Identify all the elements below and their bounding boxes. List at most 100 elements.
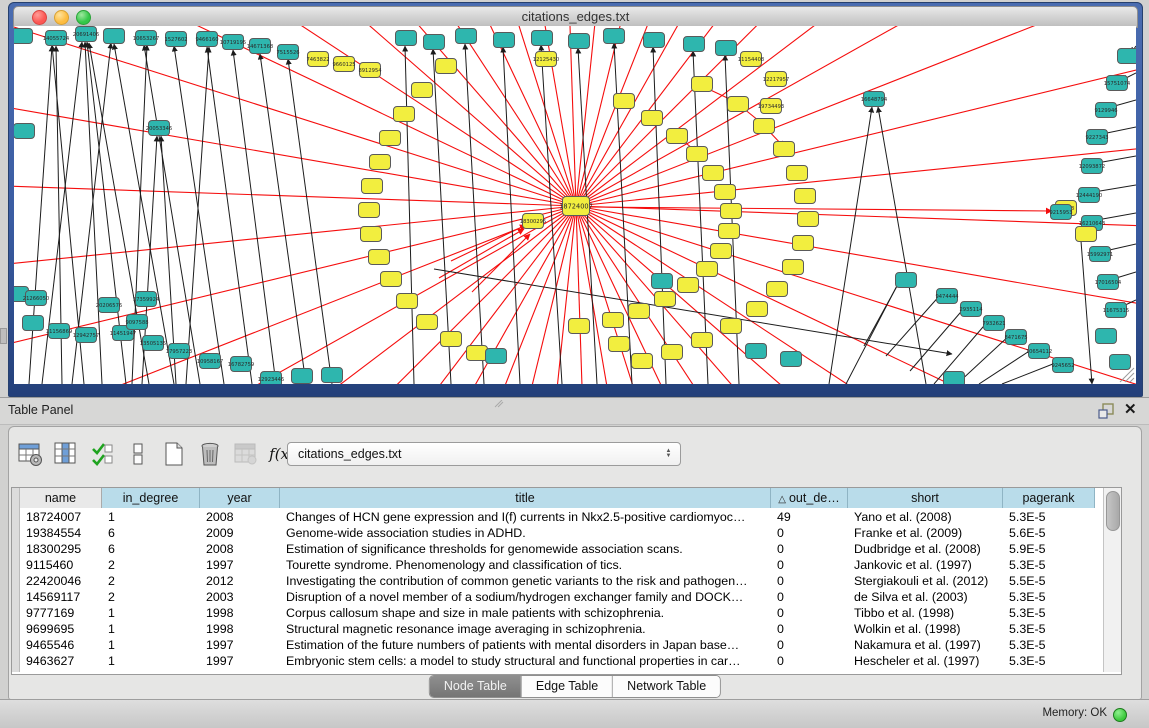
yellow-node-icon[interactable]: [721, 204, 742, 219]
graph-node[interactable]: [687, 147, 708, 162]
graph-node[interactable]: [1118, 49, 1137, 64]
yellow-node-icon[interactable]: [370, 155, 391, 170]
tab-network-table[interactable]: Network Table: [613, 676, 720, 697]
cell-short[interactable]: Hescheler et al. (1997): [848, 653, 1003, 669]
teal-node-icon[interactable]: [716, 41, 737, 56]
table-row[interactable]: 1456911722003Disruption of a novel membe…: [20, 589, 1102, 605]
column-header-name[interactable]: name: [20, 488, 102, 508]
graph-node[interactable]: [322, 368, 343, 383]
graph-node[interactable]: [697, 262, 718, 277]
yellow-node-icon[interactable]: [417, 315, 438, 330]
yellow-node-icon[interactable]: [795, 189, 816, 204]
yellow-node-icon[interactable]: [662, 345, 683, 360]
graph-node[interactable]: 9245652: [1051, 358, 1074, 373]
cell-year[interactable]: 1997: [200, 637, 280, 653]
graph-node[interactable]: [441, 332, 462, 347]
graph-node[interactable]: [14, 124, 35, 139]
graph-node[interactable]: 14055724: [43, 31, 70, 46]
yellow-node-icon[interactable]: [747, 302, 768, 317]
graph-node[interactable]: 11156869: [46, 324, 72, 339]
close-panel-icon[interactable]: ✕: [1124, 400, 1137, 418]
graph-node[interactable]: [721, 319, 742, 334]
teal-node-icon[interactable]: [1096, 329, 1117, 344]
graph-node[interactable]: 12942757: [73, 328, 99, 343]
graph-node[interactable]: 18300295: [520, 214, 546, 229]
teal-node-icon[interactable]: [1110, 355, 1131, 370]
yellow-node-icon[interactable]: [719, 224, 740, 239]
graph-node[interactable]: 10654112: [1026, 344, 1052, 359]
yellow-node-icon[interactable]: [467, 346, 488, 361]
graph-node[interactable]: [781, 352, 802, 367]
yellow-node-icon[interactable]: [774, 142, 795, 157]
select-all-check-icon[interactable]: [89, 441, 115, 467]
cell-out_de[interactable]: 0: [771, 557, 848, 573]
graph-node[interactable]: 20053346: [146, 121, 172, 136]
cell-in_degree[interactable]: 1: [102, 637, 200, 653]
yellow-node-icon[interactable]: [642, 111, 663, 126]
graph-node[interactable]: [23, 316, 44, 331]
graph-node[interactable]: 10653267: [133, 31, 159, 46]
cell-name[interactable]: 19384554: [20, 525, 102, 541]
yellow-node-icon[interactable]: [441, 332, 462, 347]
graph-node[interactable]: 9097588: [125, 315, 148, 330]
table-row[interactable]: 969969511998Structural magnetic resonanc…: [20, 621, 1102, 637]
teal-node-icon[interactable]: [424, 35, 445, 50]
graph-node[interactable]: [486, 349, 507, 364]
yellow-node-icon[interactable]: [703, 166, 724, 181]
graph-node[interactable]: [774, 142, 795, 157]
graph-node[interactable]: [417, 315, 438, 330]
graph-node[interactable]: 16782759: [228, 357, 254, 372]
yellow-node-icon[interactable]: [667, 129, 688, 144]
yellow-node-icon[interactable]: [361, 227, 382, 242]
cell-pagerank[interactable]: 5.3E-5: [1003, 589, 1095, 605]
graph-node[interactable]: [467, 346, 488, 361]
teal-node-icon[interactable]: [604, 29, 625, 44]
cell-year[interactable]: 1998: [200, 605, 280, 621]
graph-node[interactable]: [394, 107, 415, 122]
graph-node[interactable]: 17016504: [1095, 275, 1122, 290]
yellow-node-icon[interactable]: [754, 119, 775, 134]
graph-node[interactable]: [783, 260, 804, 275]
graph-node[interactable]: 1527602: [164, 32, 187, 47]
column-show-icon[interactable]: [53, 441, 79, 467]
teal-node-icon[interactable]: [746, 344, 767, 359]
cell-out_de[interactable]: 0: [771, 589, 848, 605]
cell-title[interactable]: Corpus callosum shape and size in male p…: [280, 605, 771, 621]
cell-name[interactable]: 22420046: [20, 573, 102, 589]
cell-pagerank[interactable]: 5.6E-5: [1003, 525, 1095, 541]
cell-in_degree[interactable]: 1: [102, 653, 200, 669]
teal-node-icon[interactable]: [14, 124, 35, 139]
graph-node[interactable]: [569, 319, 590, 334]
graph-node[interactable]: [436, 59, 457, 74]
teal-node-icon[interactable]: [322, 368, 343, 383]
cell-title[interactable]: Structural magnetic resonance image aver…: [280, 621, 771, 637]
cell-short[interactable]: Stergiakouli et al. (2012): [848, 573, 1003, 589]
graph-node[interactable]: 14671368: [247, 39, 273, 54]
yellow-node-icon[interactable]: [381, 272, 402, 287]
yellow-node-icon[interactable]: [692, 333, 713, 348]
cell-name[interactable]: 9699695: [20, 621, 102, 637]
cell-pagerank[interactable]: 5.3E-5: [1003, 637, 1095, 653]
yellow-node-icon[interactable]: [412, 83, 433, 98]
graph-node[interactable]: 20206576: [96, 298, 122, 313]
cell-pagerank[interactable]: 5.3E-5: [1003, 621, 1095, 637]
yellow-node-icon[interactable]: [629, 304, 650, 319]
cell-pagerank[interactable]: 5.5E-5: [1003, 573, 1095, 589]
graph-node[interactable]: 13505135: [140, 336, 166, 351]
graph-node[interactable]: 12444190: [1076, 188, 1102, 203]
graph-node[interactable]: [397, 294, 418, 309]
graph-node[interactable]: [747, 302, 768, 317]
graph-node[interactable]: [715, 185, 736, 200]
graph-node[interactable]: 10719195: [220, 35, 246, 50]
graph-node[interactable]: [362, 179, 383, 194]
graph-node[interactable]: [369, 250, 390, 265]
scrollbar-thumb[interactable]: [1106, 491, 1120, 531]
cell-title[interactable]: Tourette syndrome. Phenomenology and cla…: [280, 557, 771, 573]
graph-node[interactable]: [703, 166, 724, 181]
teal-node-icon[interactable]: [896, 273, 917, 288]
cell-title[interactable]: Genome-wide association studies in ADHD.: [280, 525, 771, 541]
yellow-node-icon[interactable]: [798, 212, 819, 227]
graph-node[interactable]: 7932621: [982, 316, 1005, 331]
cell-out_de[interactable]: 0: [771, 541, 848, 557]
teal-node-icon[interactable]: [684, 37, 705, 52]
